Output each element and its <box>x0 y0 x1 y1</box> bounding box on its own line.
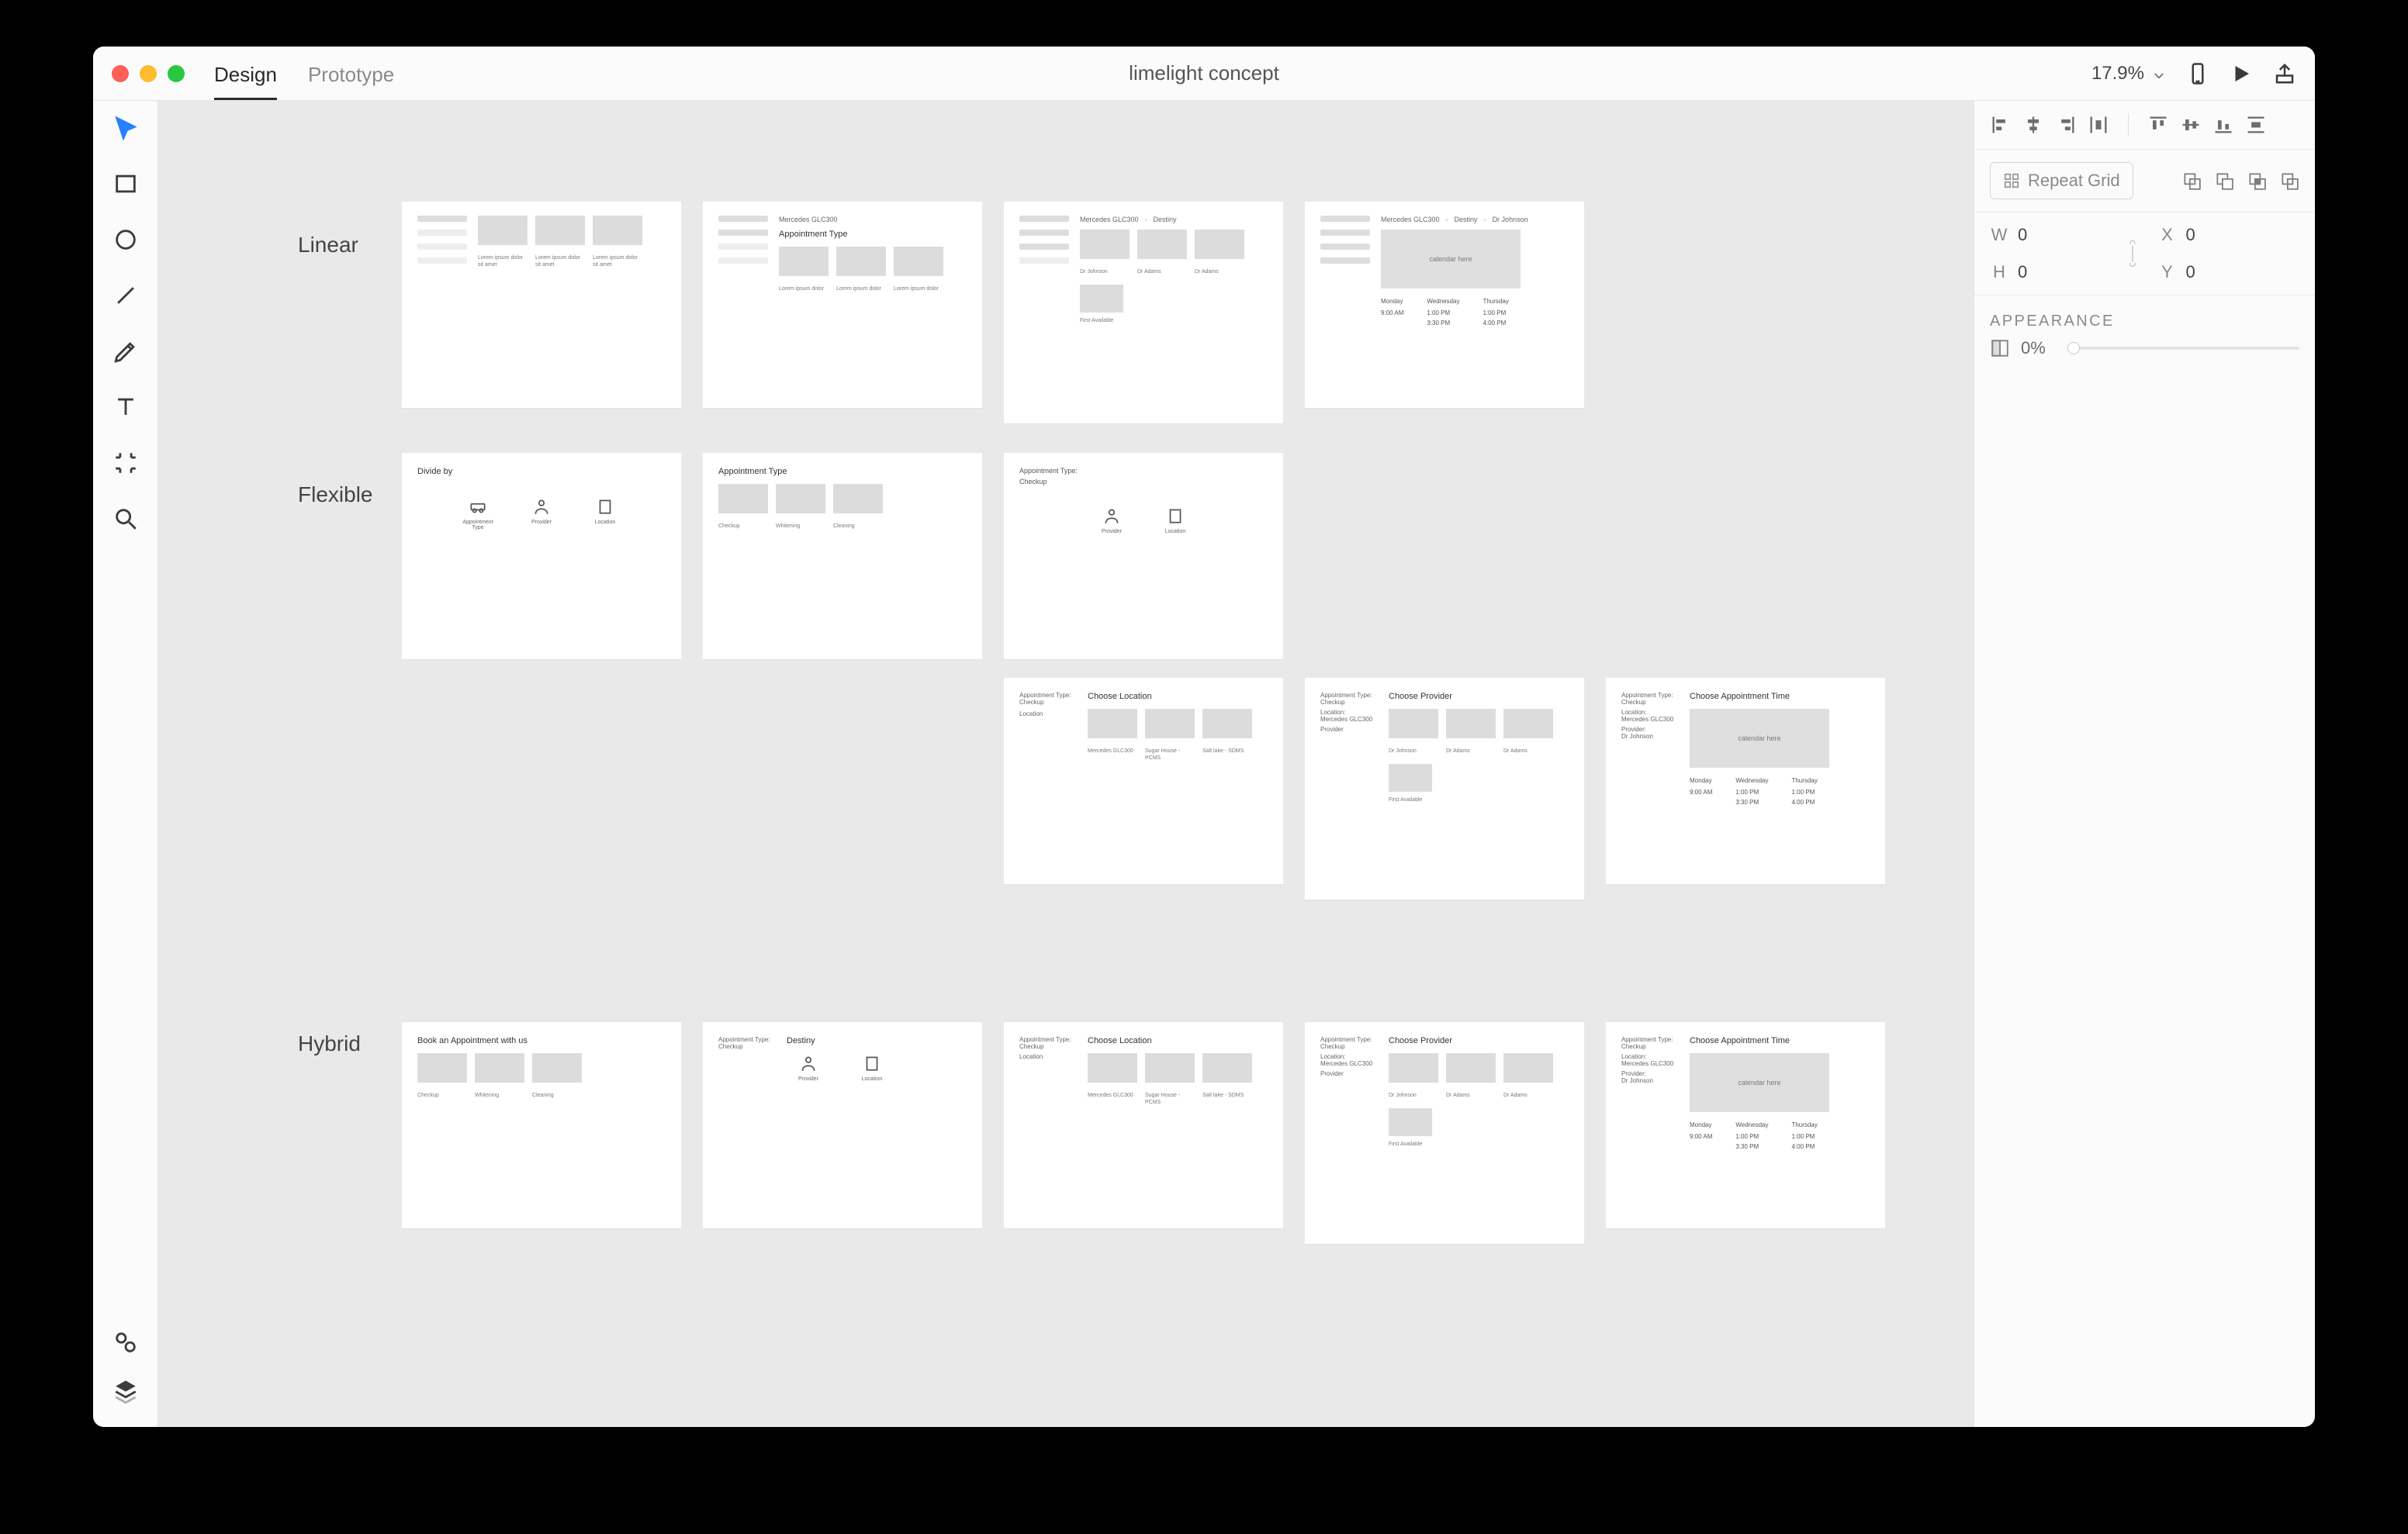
assets-icon[interactable] <box>112 1329 139 1356</box>
opacity-icon <box>1990 338 2010 358</box>
artboard-linear-4[interactable]: Mercedes GLC300›Destiny›Dr Johnson calen… <box>1305 202 1584 408</box>
distribute-v-icon[interactable] <box>2245 114 2267 136</box>
building-icon <box>862 1053 882 1073</box>
titlebar: Design Prototype limelight concept 17.9% <box>93 47 2315 101</box>
artboard-hybrid-3[interactable]: Appointment Type:CheckupLocation Choose … <box>1004 1022 1283 1228</box>
minimize-icon[interactable] <box>140 65 157 82</box>
pen-tool-icon[interactable] <box>112 338 139 364</box>
document-title: limelight concept <box>1129 61 1279 85</box>
device-preview-icon[interactable] <box>2186 62 2209 85</box>
person-icon <box>1102 506 1122 526</box>
app-window: Design Prototype limelight concept 17.9% <box>93 47 2315 1427</box>
boolean-exclude-icon[interactable] <box>2279 171 2299 191</box>
crumb: Mercedes GLC300 <box>779 216 838 223</box>
align-left-icon[interactable] <box>1990 114 2012 136</box>
window-controls <box>112 65 185 82</box>
width-field[interactable]: W0 <box>1990 225 2132 245</box>
artboard-linear-2[interactable]: Mercedes GLC300 Appointment Type Lorem i… <box>703 202 982 408</box>
artboard-tool-icon[interactable] <box>112 450 139 476</box>
artboard-hybrid-1[interactable]: Book an Appointment with us CheckupWhite… <box>402 1022 681 1228</box>
opacity-slider[interactable] <box>2074 347 2299 350</box>
time-slot-table: Monday9:00 AM Wednesday1:00 PM3:30 PM Th… <box>1381 298 1528 326</box>
chevron-down-icon <box>2152 67 2166 81</box>
canvas[interactable]: Linear Lorem ipsum dolor sit ametLorem i… <box>158 101 1974 1427</box>
align-right-icon[interactable] <box>2055 114 2077 136</box>
y-field[interactable]: Y0 <box>2158 262 2300 282</box>
repeat-grid-button[interactable]: Repeat Grid <box>1990 162 2133 199</box>
select-tool-icon[interactable] <box>112 115 139 141</box>
artboard-flex-3[interactable]: Appointment Type: Checkup Provider Locat… <box>1004 453 1283 659</box>
rectangle-tool-icon[interactable] <box>112 171 139 197</box>
slider-knob[interactable] <box>2067 342 2080 354</box>
section-label-flexible: Flexible <box>298 482 372 507</box>
card-title: Appointment Type <box>779 230 943 239</box>
artboard-flex-6[interactable]: Appointment Type: Checkup Location: Merc… <box>1606 678 1885 884</box>
tab-prototype[interactable]: Prototype <box>308 63 394 100</box>
share-icon[interactable] <box>2273 62 2296 85</box>
line-tool-icon[interactable] <box>112 282 139 309</box>
artboard-linear-3[interactable]: Mercedes GLC300›Destiny Dr JohnsonDr Ada… <box>1004 202 1283 423</box>
artboard-flex-1[interactable]: Divide by Appointment Type Provider Loca… <box>402 453 681 659</box>
person-icon <box>531 496 552 517</box>
mode-tabs: Design Prototype <box>214 47 394 100</box>
zoom-tool-icon[interactable] <box>112 506 139 532</box>
artboard-hybrid-2[interactable]: Appointment Type:Checkup Destiny Provide… <box>703 1022 982 1228</box>
boolean-subtract-icon[interactable] <box>2214 171 2234 191</box>
align-hcenter-icon[interactable] <box>2022 114 2044 136</box>
zoom-icon[interactable] <box>168 65 185 82</box>
play-icon[interactable] <box>2230 62 2253 85</box>
appearance-heading: APPEARANCE <box>1974 295 2315 338</box>
artboard-hybrid-4[interactable]: Appointment Type:CheckupLocation:Mercede… <box>1305 1022 1584 1244</box>
artboard-linear-1[interactable]: Lorem ipsum dolor sit ametLorem ipsum do… <box>402 202 681 408</box>
ellipse-tool-icon[interactable] <box>112 226 139 253</box>
card-title: Divide by <box>417 467 666 476</box>
boolean-union-icon[interactable] <box>2181 171 2202 191</box>
artboard-flex-5[interactable]: Appointment Type: Checkup Location: Merc… <box>1305 678 1584 900</box>
close-icon[interactable] <box>112 65 129 82</box>
align-row <box>1974 101 2315 150</box>
calendar-placeholder: calendar here <box>1381 230 1521 288</box>
person-icon <box>798 1053 818 1073</box>
align-bottom-icon[interactable] <box>2213 114 2234 136</box>
section-label-linear: Linear <box>298 233 358 257</box>
align-top-icon[interactable] <box>2147 114 2169 136</box>
building-icon <box>595 496 615 517</box>
building-icon <box>1165 506 1185 526</box>
tab-design[interactable]: Design <box>214 63 277 100</box>
layers-icon[interactable] <box>112 1377 139 1404</box>
align-vcenter-icon[interactable] <box>2180 114 2202 136</box>
text-tool-icon[interactable] <box>112 394 139 420</box>
x-field[interactable]: X0 <box>2158 225 2300 245</box>
distribute-h-icon[interactable] <box>2088 114 2109 136</box>
section-label-hybrid: Hybrid <box>298 1031 361 1056</box>
artboard-hybrid-5[interactable]: Appointment Type:CheckupLocation:Mercede… <box>1606 1022 1885 1228</box>
artboard-flex-2[interactable]: Appointment Type CheckupWhiteningCleanin… <box>703 453 982 659</box>
car-icon <box>468 496 488 517</box>
height-field[interactable]: H0 <box>1990 262 2132 282</box>
boolean-intersect-icon[interactable] <box>2247 171 2267 191</box>
inspector-panel: Repeat Grid W0 X0 H0 Y0 <box>1974 101 2315 1427</box>
dimensions-group: W0 X0 H0 Y0 <box>1990 225 2299 282</box>
opacity-value[interactable]: 0% <box>2021 338 2063 358</box>
repeat-grid-label: Repeat Grid <box>2028 171 2120 191</box>
left-toolbar <box>93 101 158 1427</box>
zoom-value: 17.9% <box>2091 63 2144 85</box>
artboard-flex-4[interactable]: Appointment Type: Checkup Location Choos… <box>1004 678 1283 884</box>
zoom-control[interactable]: 17.9% <box>2091 63 2166 85</box>
lock-aspect-icon[interactable] <box>2126 240 2140 268</box>
